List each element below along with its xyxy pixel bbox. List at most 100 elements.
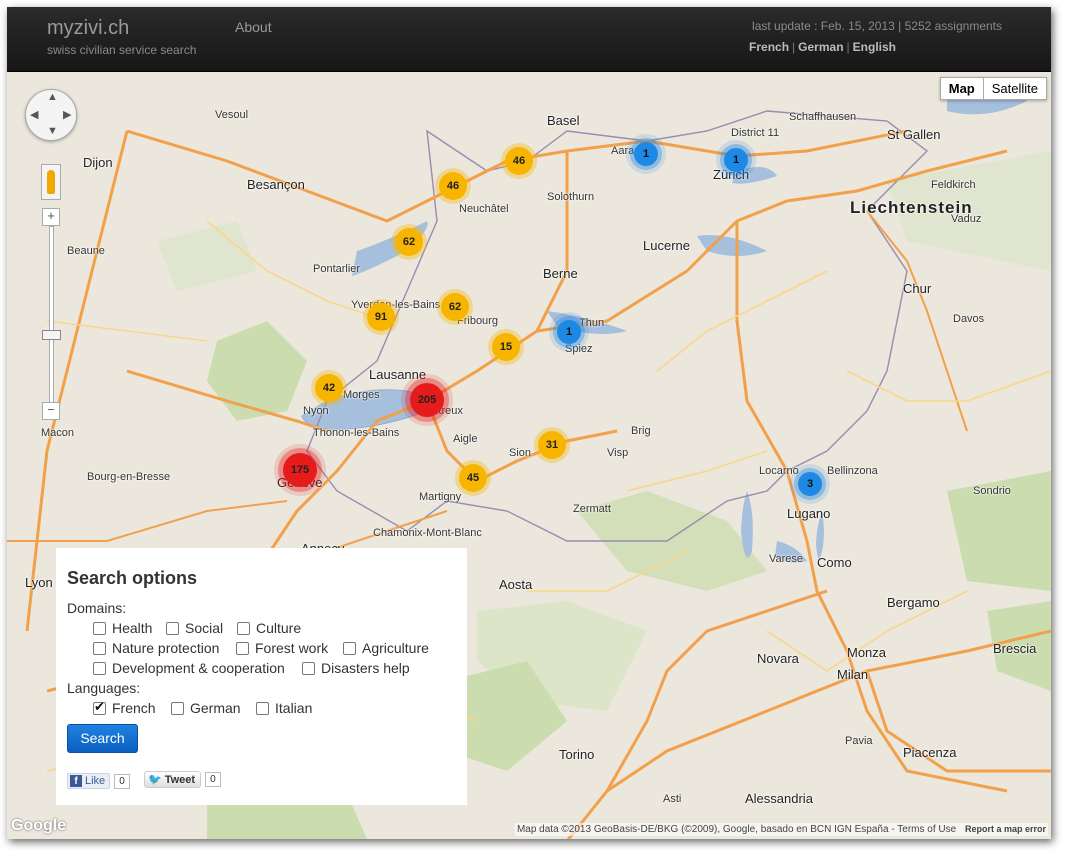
cluster-marker[interactable]: 45 — [459, 464, 487, 492]
place-varese: Varese — [769, 553, 804, 565]
terms-of-use-link[interactable]: Terms of Use — [897, 824, 956, 835]
zoom-slider-thumb[interactable] — [42, 330, 61, 340]
place-chur: Chur — [903, 281, 932, 296]
domain-agriculture-checkbox[interactable]: Agriculture — [343, 640, 429, 656]
search-button[interactable]: Search — [67, 724, 138, 753]
cluster-marker[interactable]: 46 — [505, 147, 533, 175]
place-bourg: Bourg-en-Bresse — [87, 471, 171, 483]
checkbox-label: German — [190, 700, 241, 716]
place-piacenza: Piacenza — [903, 745, 957, 760]
cluster-marker[interactable]: 1 — [724, 148, 748, 172]
checkbox-box[interactable] — [93, 699, 106, 715]
checkbox-box[interactable] — [93, 641, 106, 655]
place-alessandria: Alessandria — [745, 791, 813, 806]
cluster-marker[interactable]: 175 — [283, 453, 317, 487]
cluster-marker[interactable]: 91 — [367, 303, 395, 331]
pan-up-icon[interactable]: ▲ — [47, 91, 58, 103]
zoom-in-button[interactable]: + — [42, 208, 60, 226]
lang-french-checkbox[interactable]: French — [93, 699, 156, 716]
cluster-marker[interactable]: 3 — [798, 472, 822, 496]
map-type-satellite-button[interactable]: Satellite — [984, 78, 1046, 99]
pan-down-icon[interactable]: ▼ — [47, 125, 58, 137]
lang-german-link[interactable]: German — [798, 40, 843, 54]
domain-health-checkbox[interactable]: Health — [93, 620, 152, 636]
checkbox-label: Health — [112, 620, 153, 636]
tweet-label: Tweet — [164, 773, 196, 786]
place-aigle: Aigle — [453, 433, 478, 445]
domain-social-checkbox[interactable]: Social — [166, 620, 223, 636]
place-solothurn: Solothurn — [547, 191, 595, 203]
place-spiez: Spiez — [565, 343, 593, 355]
place-bellinzona: Bellinzona — [827, 465, 878, 477]
place-bergamo: Bergamo — [887, 595, 940, 610]
checkbox-box[interactable] — [236, 641, 249, 655]
checkbox-label: Culture — [256, 620, 302, 636]
search-options-panel: Search options Domains: Health Social Cu… — [56, 548, 467, 805]
cluster-marker[interactable]: 62 — [441, 293, 469, 321]
pan-control[interactable]: ▲ ▼ ◀ ▶ — [25, 89, 77, 141]
cluster-marker[interactable]: 205 — [410, 383, 444, 417]
place-chamonix: Chamonix-Mont-Blanc — [373, 527, 482, 539]
domain-forest-checkbox[interactable]: Forest work — [236, 640, 328, 656]
tweet-button[interactable]: 🐦 Tweet — [144, 771, 202, 788]
place-stgallen: St Gallen — [887, 127, 941, 142]
lang-french-link[interactable]: French — [749, 40, 789, 54]
google-logo: Google — [11, 817, 67, 834]
report-error-link[interactable]: Report a map error — [965, 824, 1046, 834]
map-type-control: Map Satellite — [939, 77, 1047, 100]
pan-left-icon[interactable]: ◀ — [30, 108, 38, 121]
nav-about-link[interactable]: About — [235, 19, 272, 35]
attribution-text: Map data ©2013 GeoBasis-DE/BKG (©2009), … — [516, 824, 895, 835]
domain-nature-checkbox[interactable]: Nature protection — [93, 640, 219, 656]
checkbox-box[interactable] — [93, 661, 106, 675]
cluster-marker[interactable]: 42 — [315, 374, 343, 402]
brand-logo[interactable]: myzivi.ch — [47, 17, 129, 40]
map-attribution: Map data ©2013 GeoBasis-DE/BKG (©2009), … — [514, 823, 1048, 836]
checkbox-box[interactable] — [237, 621, 250, 635]
place-lausanne: Lausanne — [369, 367, 427, 382]
cluster-marker[interactable]: 46 — [439, 172, 467, 200]
checkbox-box[interactable] — [256, 701, 269, 715]
place-thun: Thun — [579, 317, 605, 329]
place-brig: Brig — [631, 425, 651, 437]
cluster-marker[interactable]: 1 — [557, 320, 581, 344]
place-winterthur: District 11 — [731, 127, 780, 139]
place-lugano: Lugano — [787, 506, 831, 521]
place-martigny: Martigny — [419, 491, 462, 503]
place-zermatt: Zermatt — [573, 503, 611, 515]
map-type-map-button[interactable]: Map — [941, 78, 984, 99]
checkbox-box[interactable] — [343, 641, 356, 655]
place-locarno: Locarno — [759, 465, 799, 477]
cluster-marker[interactable]: 15 — [492, 333, 520, 361]
place-torino: Torino — [559, 747, 595, 762]
place-davos: Davos — [953, 313, 985, 325]
lang-german-checkbox[interactable]: German — [171, 700, 241, 716]
domain-development-checkbox[interactable]: Development & cooperation — [93, 660, 285, 676]
facebook-like-button[interactable]: f Like — [67, 773, 111, 789]
domains-label: Domains: — [67, 600, 127, 616]
facebook-like-widget: f Like 0 — [67, 773, 130, 789]
zoom-slider-track[interactable] — [49, 226, 54, 403]
lang-italian-checkbox[interactable]: Italian — [256, 700, 312, 716]
zoom-out-button[interactable]: − — [42, 402, 60, 420]
place-aosta: Aosta — [499, 577, 533, 592]
domain-culture-checkbox[interactable]: Culture — [237, 620, 301, 636]
streetview-pegman-icon[interactable] — [41, 164, 61, 200]
place-beaune: Beaune — [67, 245, 105, 257]
checkbox-box[interactable] — [302, 661, 315, 675]
checkbox-box[interactable] — [93, 621, 106, 635]
checkbox-box[interactable] — [171, 701, 184, 715]
cluster-marker[interactable]: 31 — [538, 431, 566, 459]
place-liechtenstein: Liechtenstein — [850, 198, 973, 217]
place-milan: Milan — [837, 667, 869, 682]
place-pavia: Pavia — [845, 735, 873, 747]
cluster-marker[interactable]: 62 — [395, 228, 423, 256]
place-monza: Monza — [847, 645, 887, 660]
lang-english-link[interactable]: English — [853, 40, 896, 54]
checkbox-label: Forest work — [255, 640, 329, 656]
checkbox-box[interactable] — [166, 621, 179, 635]
pan-right-icon[interactable]: ▶ — [63, 108, 71, 121]
domain-disasters-checkbox[interactable]: Disasters help — [302, 660, 410, 676]
place-feldkirch: Feldkirch — [931, 179, 976, 191]
cluster-marker[interactable]: 1 — [634, 142, 658, 166]
